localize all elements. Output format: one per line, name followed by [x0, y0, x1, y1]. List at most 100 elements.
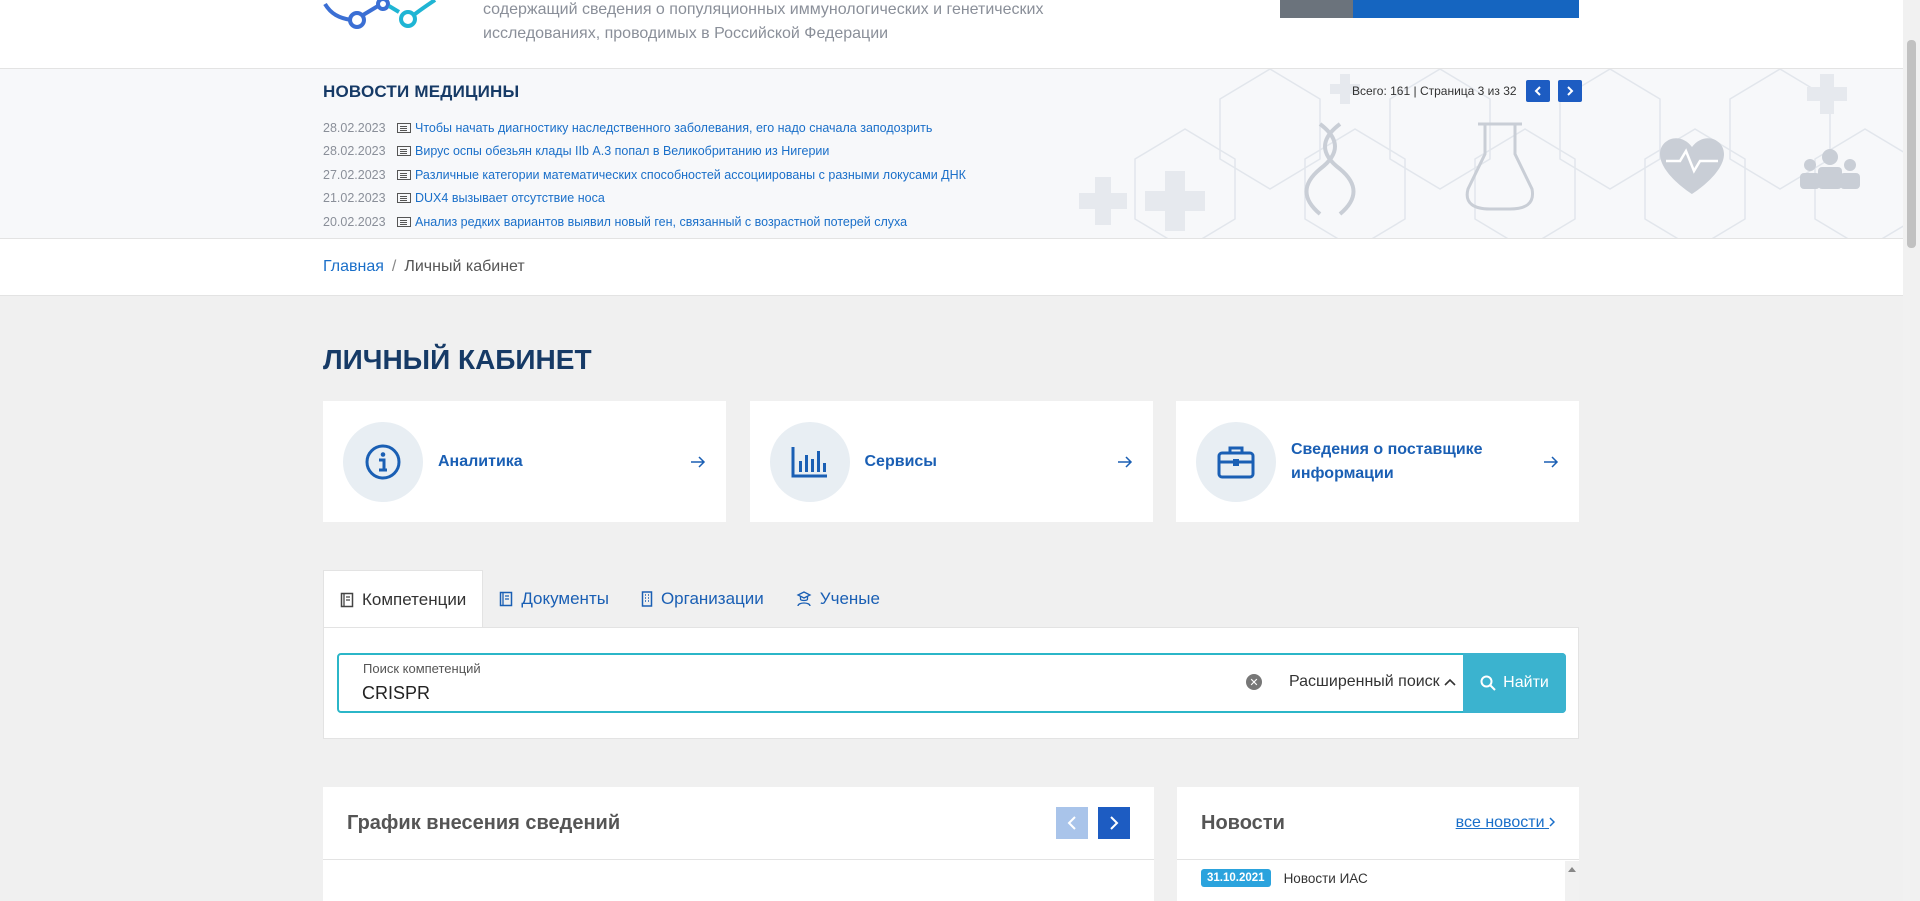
submission-chart-panel: График внесения сведений [323, 787, 1154, 901]
news-date: 20.02.2023 [323, 214, 386, 229]
chart-panel-title: График внесения сведений [347, 811, 621, 834]
news-panel: Новости все новости 31.10.2021 Новости И… [1177, 787, 1579, 901]
news-section-title: НОВОСТИ МЕДИЦИНЫ [323, 82, 520, 101]
document-icon [500, 591, 513, 607]
search-label: Поиск компетенций [363, 661, 481, 676]
dashboard-cards: Аналитика Сервисы Сведения о поставщике … [323, 401, 1579, 522]
news-item: 20.02.2023 Анализ редких вариантов выяви… [323, 210, 966, 234]
news-panel-scrollbar[interactable] [1565, 861, 1579, 901]
book-icon [340, 592, 354, 607]
arrow-right-icon [1117, 455, 1132, 468]
card-analytics[interactable]: Аналитика [323, 401, 726, 522]
chevron-right-icon [1566, 86, 1573, 96]
clear-icon[interactable]: ✕ [1246, 674, 1262, 690]
newspaper-icon [397, 216, 411, 227]
chart-next-button[interactable] [1098, 807, 1130, 839]
arrow-right-icon [1544, 455, 1559, 468]
newspaper-icon [397, 193, 411, 204]
news-panel-title: Новости [1201, 811, 1285, 834]
card-label: Сервисы [864, 452, 937, 470]
breadcrumb-separator: / [391, 258, 397, 275]
header-actions [1280, 0, 1579, 18]
site-logo[interactable] [323, 0, 443, 36]
news-panel-header: Новости все новости [1177, 787, 1579, 860]
search-icon [1480, 675, 1496, 691]
news-item: 28.02.2023 Вирус оспы обезьян клады IIb … [323, 140, 966, 164]
news-pager: Всего: 161 | Страница 3 из 32 [1352, 80, 1582, 102]
site-description: содержащий сведения о популяционных имму… [483, 1, 1044, 42]
news-date: 27.02.2023 [323, 167, 386, 182]
chevron-left-icon [1067, 816, 1076, 830]
news-link[interactable]: Различные категории математических спосо… [415, 168, 966, 182]
card-label: Аналитика [438, 452, 523, 470]
header-primary-button[interactable] [1353, 0, 1579, 18]
search-submit-button[interactable]: Найти [1463, 653, 1566, 713]
tab-documents[interactable]: Документы [483, 570, 625, 628]
breadcrumb: Главная / Личный кабинет [323, 258, 525, 276]
newspaper-icon [397, 169, 411, 180]
tab-label: Организации [660, 589, 764, 608]
scrollbar-thumb[interactable] [1907, 40, 1916, 248]
tab-scientists[interactable]: Ученые [780, 570, 896, 628]
card-provider-info[interactable]: Сведения о поставщике информации [1176, 401, 1579, 522]
chevron-right-icon [1110, 816, 1119, 830]
card-services[interactable]: Сервисы [749, 401, 1153, 522]
news-prev-button[interactable] [1525, 80, 1550, 102]
tab-label: Документы [521, 589, 609, 608]
breadcrumb-current: Личный кабинет [404, 258, 525, 275]
chart-prev-button[interactable] [1056, 807, 1088, 839]
advanced-search-toggle[interactable]: Расширенный поиск [1289, 673, 1456, 691]
site-header: содержащий сведения о популяционных имму… [0, 0, 1903, 69]
news-item: 27.02.2023 Различные категории математич… [323, 163, 966, 187]
all-news-label: все новости [1455, 814, 1545, 831]
page-title: ЛИЧНЫЙ КАБИНЕТ [323, 344, 592, 375]
card-icon-circle [769, 421, 850, 502]
search-input[interactable] [362, 681, 1222, 705]
all-news-link[interactable]: все новости [1455, 814, 1556, 832]
advanced-search-label: Расширенный поиск [1289, 673, 1440, 690]
briefcase-icon [1217, 446, 1255, 478]
news-link[interactable]: Анализ редких вариантов выявил новый ген… [415, 215, 907, 229]
info-icon [365, 444, 401, 479]
news-next-button[interactable] [1557, 80, 1582, 102]
tab-competencies[interactable]: Компетенции [323, 570, 484, 628]
breadcrumb-bar: Главная / Личный кабинет [0, 239, 1903, 296]
news-date-badge: 31.10.2021 [1201, 869, 1271, 887]
tab-label: Компетенции [362, 589, 467, 609]
news-link[interactable]: DUX4 вызывает отсутствие носа [415, 191, 605, 205]
news-link[interactable]: Вирус оспы обезьян клады IIb А.3 попал в… [415, 144, 829, 158]
news-panel-item-title: Новости ИАС [1283, 870, 1368, 886]
news-item: 21.02.2023 DUX4 вызывает отсутствие носа [323, 187, 966, 211]
news-link[interactable]: Чтобы начать диагностику наследственного… [415, 121, 932, 135]
card-label: Сведения о поставщике информации [1291, 440, 1483, 482]
news-date: 28.02.2023 [323, 144, 386, 159]
card-icon-circle [1196, 421, 1276, 502]
header-secondary-button[interactable] [1280, 0, 1353, 18]
chevron-up-icon [1444, 678, 1456, 686]
news-date: 21.02.2023 [323, 191, 386, 206]
newspaper-icon [397, 146, 411, 157]
news-date: 28.02.2023 [323, 120, 386, 135]
arrow-right-icon [691, 455, 706, 468]
search-tabs: Компетенции Документы Организации Ученые [323, 570, 896, 628]
news-list: 28.02.2023 Чтобы начать диагностику насл… [323, 116, 966, 234]
tab-label: Ученые [819, 589, 880, 608]
breadcrumb-home[interactable]: Главная [323, 258, 384, 275]
news-panel-item[interactable]: 31.10.2021 Новости ИАС [1201, 869, 1368, 887]
scientist-icon [796, 591, 812, 607]
chart-panel-header: График внесения сведений [323, 787, 1154, 860]
building-icon [641, 591, 653, 607]
tab-organizations[interactable]: Организации [625, 570, 780, 628]
search-field: Поиск компетенций ✕ Расширенный поиск На… [337, 653, 1566, 713]
chevron-left-icon [1534, 86, 1541, 96]
newspaper-icon [397, 122, 411, 133]
medical-news-band: НОВОСТИ МЕДИЦИНЫ Всего: 161 | Страница 3… [0, 69, 1903, 239]
page-scrollbar[interactable] [1903, 0, 1920, 901]
news-pager-info: Всего: 161 | Страница 3 из 32 [1352, 84, 1517, 98]
news-item: 28.02.2023 Чтобы начать диагностику насл… [323, 116, 966, 140]
bar-chart-icon [791, 446, 827, 477]
search-panel: Поиск компетенций ✕ Расширенный поиск На… [323, 627, 1579, 739]
chevron-right-icon [1549, 817, 1556, 827]
card-icon-circle [343, 421, 423, 502]
search-submit-label: Найти [1503, 674, 1549, 691]
